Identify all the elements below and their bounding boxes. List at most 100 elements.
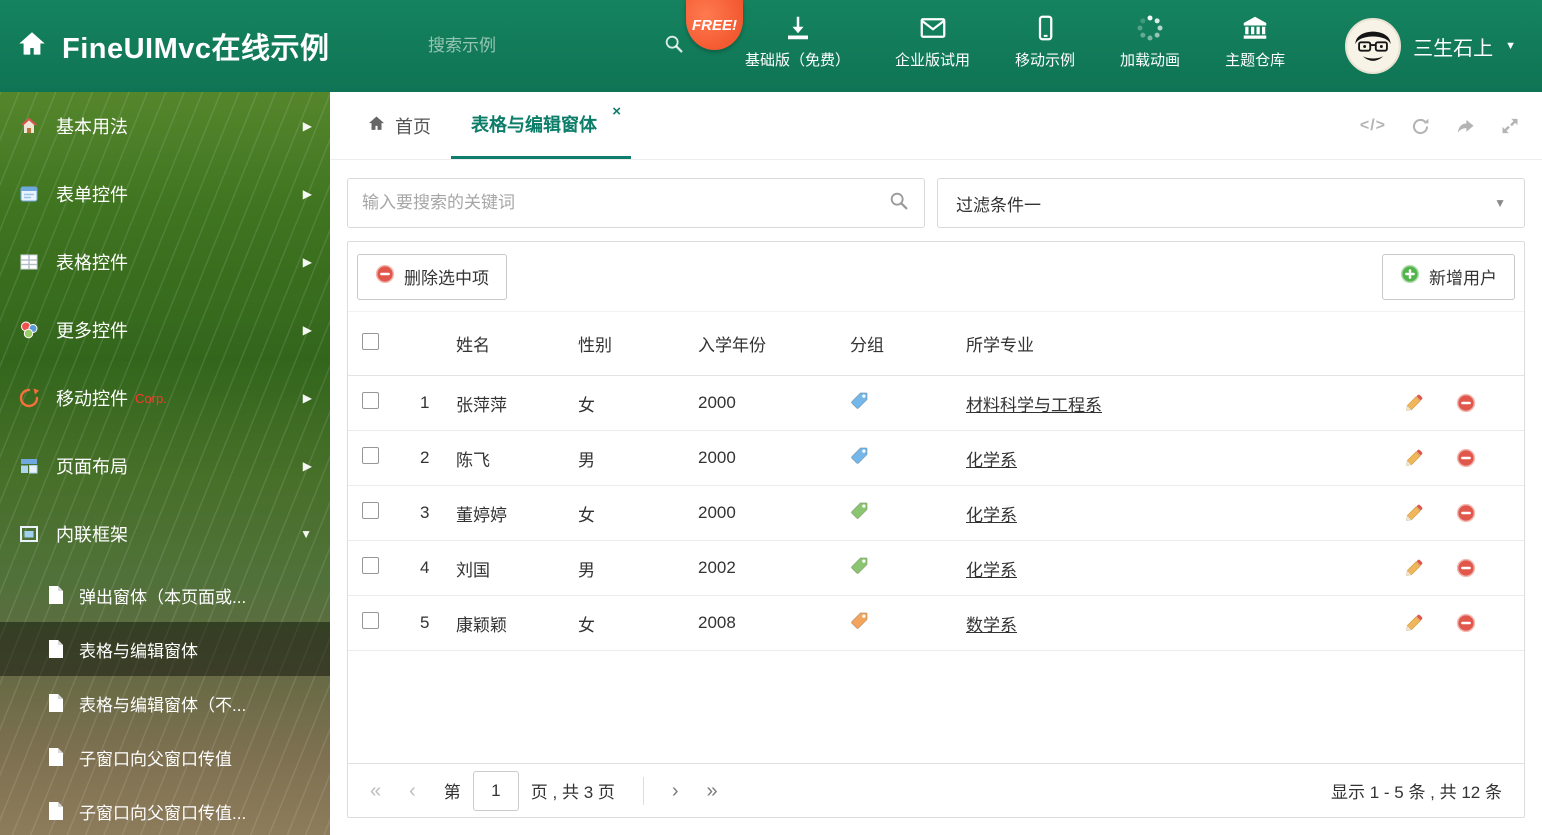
edit-pencil-icon[interactable]: [1404, 503, 1424, 523]
grid-toolbar: 删除选中项 新增用户: [348, 242, 1524, 312]
cell-group: [850, 556, 966, 580]
app-title: FineUIMvc在线示例: [62, 33, 330, 65]
sidebar-subitem-child-to-parent-2[interactable]: 子窗口向父窗口传值...: [0, 784, 330, 835]
close-icon[interactable]: ×: [612, 103, 621, 120]
cell-group: [850, 391, 966, 415]
chevron-right-icon: ▶: [302, 323, 312, 337]
cell-name: 董婷婷: [456, 505, 507, 525]
cell-name: 陈飞: [456, 450, 490, 470]
delete-icon[interactable]: [1456, 393, 1476, 413]
app-root: FineUIMvc在线示例 FREE! 基础版（免费） 企业版试用: [0, 0, 1542, 835]
sidebar-subitem-grid-edit-window-2[interactable]: 表格与编辑窗体（不...: [0, 676, 330, 730]
corp-badge: Corp.: [135, 390, 167, 406]
chevron-right-icon: ▶: [302, 459, 312, 473]
expand-icon[interactable]: [1500, 116, 1520, 136]
last-page-button[interactable]: »: [707, 781, 718, 801]
filter-dropdown[interactable]: 过滤条件一 ▼: [937, 178, 1525, 228]
sidebar-item-iframe[interactable]: 内联框架 ▼: [0, 500, 330, 568]
frame-icon: [18, 523, 40, 545]
table-row[interactable]: 1 张萍萍 女 2000 材料科学与工程系: [348, 376, 1524, 431]
search-icon[interactable]: [663, 33, 685, 60]
cell-year: 2002: [698, 558, 736, 577]
edit-pencil-icon[interactable]: [1404, 393, 1424, 413]
edit-pencil-icon[interactable]: [1404, 558, 1424, 578]
major-link[interactable]: 材料科学与工程系: [966, 396, 1102, 415]
major-link[interactable]: 化学系: [966, 451, 1017, 470]
nav-loading-animation[interactable]: 加载动画: [1120, 11, 1180, 70]
next-page-button[interactable]: ›: [672, 781, 679, 801]
row-checkbox[interactable]: [362, 392, 379, 409]
column-name: 姓名: [456, 336, 490, 355]
sidebar-item-form-controls[interactable]: 表单控件 ▶: [0, 160, 330, 228]
tab-home[interactable]: 首页: [347, 92, 451, 159]
sidebar-item-mobile-controls[interactable]: 移动控件 Corp. ▶: [0, 364, 330, 432]
edit-pencil-icon[interactable]: [1404, 613, 1424, 633]
major-link[interactable]: 化学系: [966, 561, 1017, 580]
nav-enterprise-trial[interactable]: 企业版试用: [895, 11, 970, 70]
table-row[interactable]: 5 康颖颖 女 2008 数学系: [348, 596, 1524, 651]
sidebar-item-grid-controls[interactable]: 表格控件 ▶: [0, 228, 330, 296]
sidebar-item-basic-usage[interactable]: 基本用法 ▶: [0, 92, 330, 160]
row-checkbox[interactable]: [362, 612, 379, 629]
download-icon: [783, 11, 813, 43]
record-summary: 显示 1 - 5 条 , 共 12 条: [1331, 783, 1502, 802]
share-forward-icon[interactable]: [1455, 116, 1476, 137]
add-user-button[interactable]: 新增用户: [1382, 253, 1515, 300]
sidebar-item-label: 基本用法: [56, 117, 128, 137]
column-year: 入学年份: [698, 336, 766, 355]
cell-name: 张萍萍: [456, 395, 507, 415]
major-link[interactable]: 化学系: [966, 506, 1017, 525]
table-row[interactable]: 2 陈飞 男 2000 化学系: [348, 431, 1524, 486]
delete-icon[interactable]: [1456, 558, 1476, 578]
major-link[interactable]: 数学系: [966, 616, 1017, 635]
table-row[interactable]: 3 董婷婷 女 2000 化学系: [348, 486, 1524, 541]
home-logo-icon[interactable]: [16, 28, 48, 65]
table-row[interactable]: 4 刘国 男 2002 化学系: [348, 541, 1524, 596]
house-icon: [18, 115, 40, 137]
cell-year: 2000: [698, 393, 736, 412]
sidebar-item-label: 移动控件: [56, 389, 128, 409]
column-group: 分组: [850, 336, 884, 355]
delete-icon[interactable]: [1456, 448, 1476, 468]
chevron-down-icon: ▼: [300, 527, 312, 541]
delete-icon[interactable]: [1456, 503, 1476, 523]
tab-grid-edit-window[interactable]: 表格与编辑窗体 ×: [451, 92, 631, 159]
row-checkbox[interactable]: [362, 502, 379, 519]
minus-circle-icon: [375, 264, 395, 289]
nav-basic-free[interactable]: 基础版（免费）: [745, 11, 850, 70]
cell-year: 2000: [698, 503, 736, 522]
nav-theme-store[interactable]: 主题仓库: [1225, 11, 1285, 70]
prev-page-button[interactable]: ‹: [409, 781, 416, 801]
source-code-icon[interactable]: </>: [1360, 117, 1386, 135]
header-search-input[interactable]: [428, 36, 649, 56]
user-menu[interactable]: 三生石上 ▼: [1345, 0, 1516, 92]
chevron-right-icon: ▶: [302, 187, 312, 201]
sidebar-subitem-grid-edit-window[interactable]: 表格与编辑窗体: [0, 622, 330, 676]
refresh-icon[interactable]: [1410, 116, 1431, 137]
sidebar-subitem-label: 表格与编辑窗体（不...: [79, 695, 247, 715]
delete-selected-button[interactable]: 删除选中项: [357, 253, 507, 300]
sidebar-item-page-layout[interactable]: 页面布局 ▶: [0, 432, 330, 500]
delete-icon[interactable]: [1456, 613, 1476, 633]
keyword-search-input[interactable]: [362, 193, 888, 213]
add-user-label: 新增用户: [1429, 269, 1497, 288]
search-icon[interactable]: [888, 190, 910, 217]
first-page-button[interactable]: «: [370, 781, 381, 801]
sidebar-subitem-child-to-parent[interactable]: 子窗口向父窗口传值: [0, 730, 330, 784]
tab-tools: </>: [1360, 92, 1520, 160]
row-checkbox[interactable]: [362, 557, 379, 574]
delete-selected-label: 删除选中项: [404, 269, 489, 288]
file-icon: [48, 693, 65, 713]
cell-group: [850, 501, 966, 525]
avatar[interactable]: [1345, 18, 1402, 74]
sidebar-subitem-popup-window[interactable]: 弹出窗体（本页面或...: [0, 568, 330, 622]
sidebar-item-more-controls[interactable]: 更多控件 ▶: [0, 296, 330, 364]
cell-gender: 男: [578, 450, 595, 470]
pagination-bar: « ‹ 第 页 , 共 3 页 › » 显示 1 - 5 条 , 共 12 条: [348, 763, 1524, 817]
row-checkbox[interactable]: [362, 447, 379, 464]
page-number-input[interactable]: [472, 770, 519, 811]
tab-label: 首页: [395, 116, 431, 137]
edit-pencil-icon[interactable]: [1404, 448, 1424, 468]
nav-mobile-demo[interactable]: 移动示例: [1015, 11, 1075, 70]
select-all-checkbox[interactable]: [362, 332, 379, 350]
